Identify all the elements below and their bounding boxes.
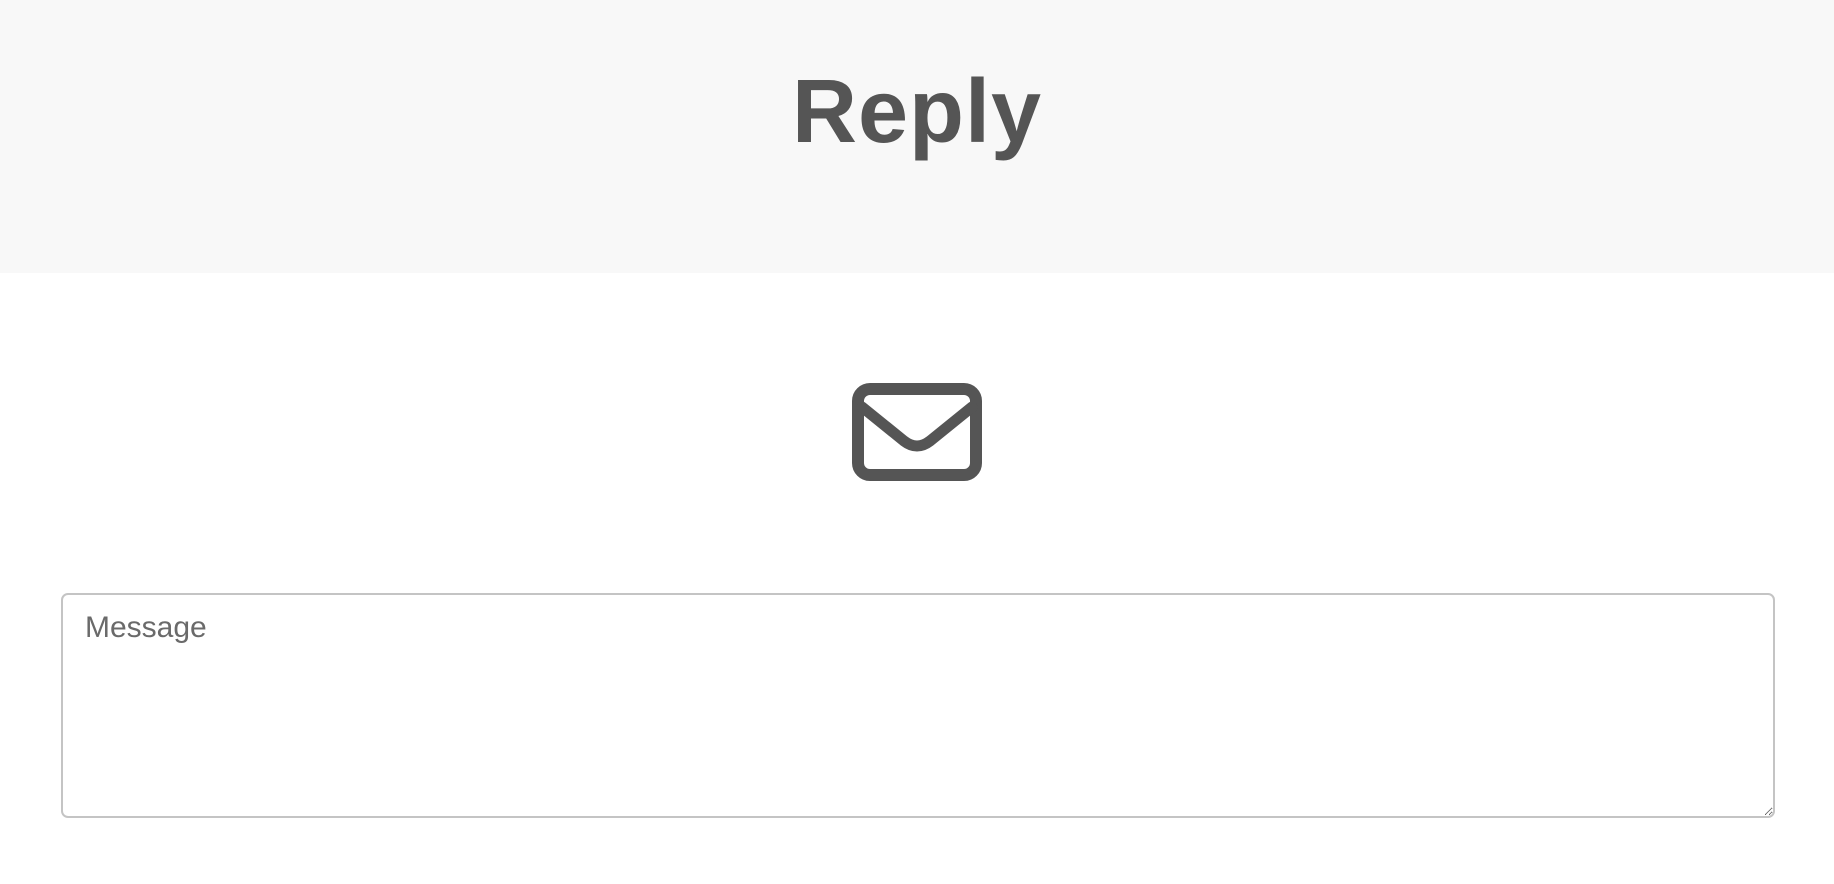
envelope-icon bbox=[852, 383, 982, 481]
page-title: Reply bbox=[791, 62, 1043, 162]
page-header: Reply bbox=[0, 0, 1834, 273]
message-input[interactable] bbox=[61, 593, 1775, 818]
